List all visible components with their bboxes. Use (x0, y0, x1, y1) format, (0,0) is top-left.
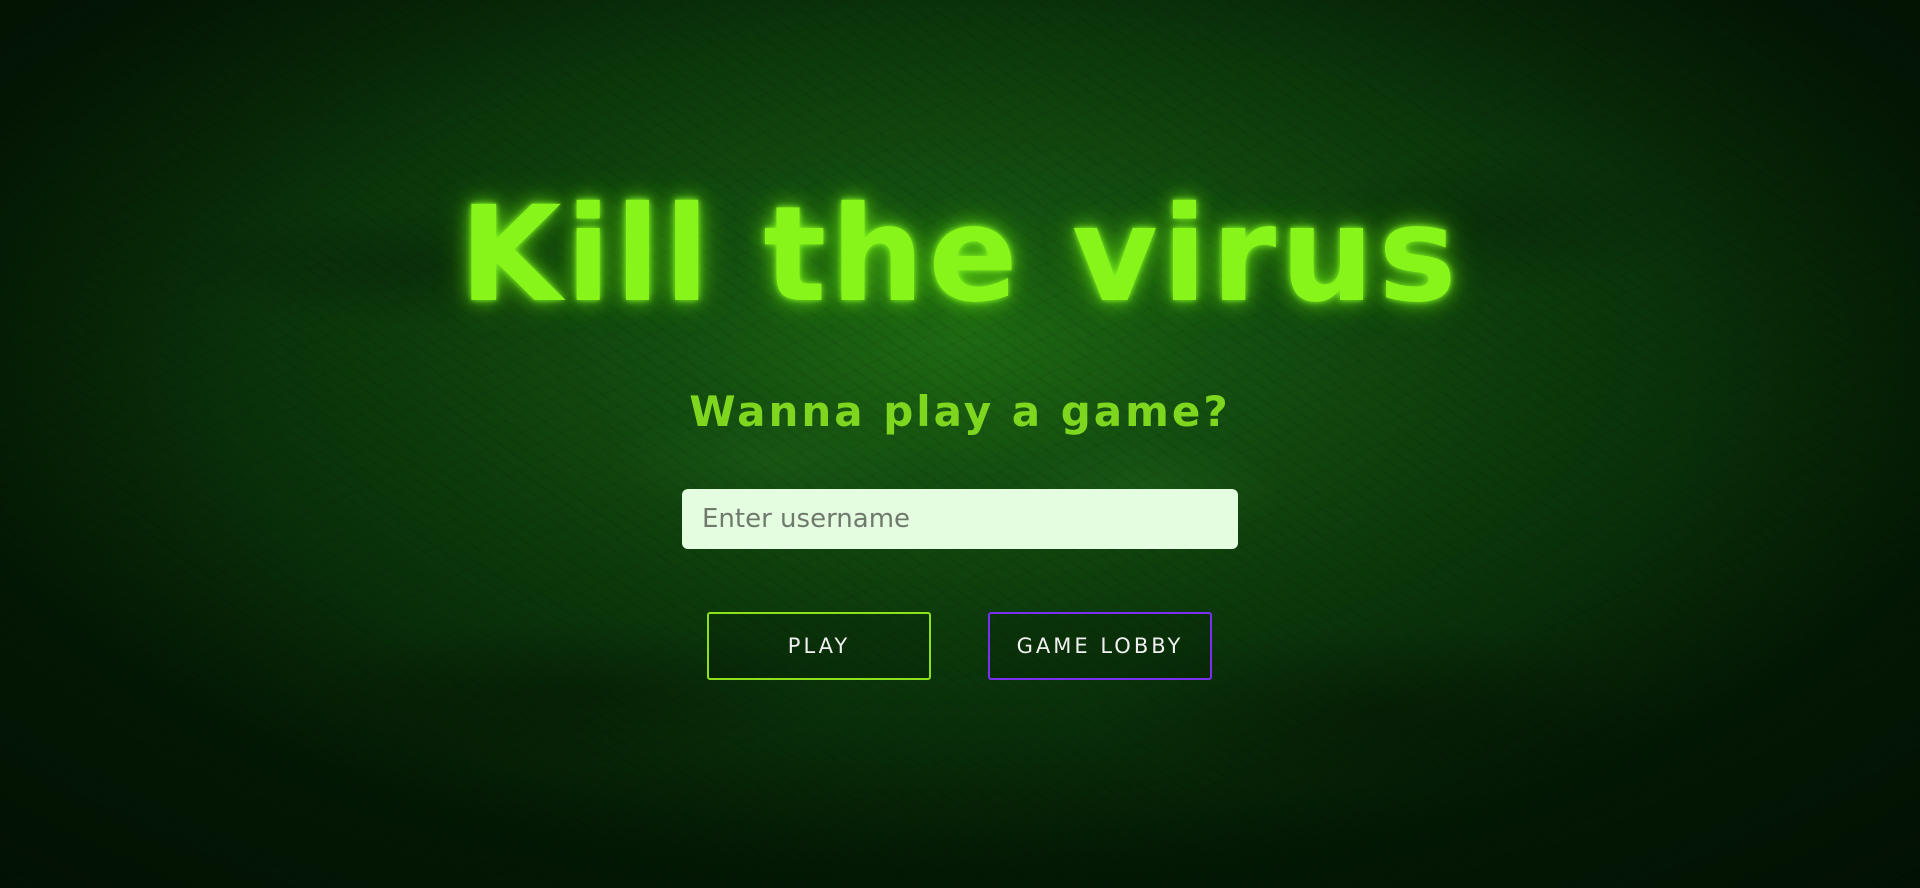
game-subtitle: Wanna play a game? (689, 387, 1231, 436)
game-title: Kill the virus (459, 178, 1461, 332)
username-input[interactable] (682, 489, 1238, 549)
landing-screen: Kill the virus Wanna play a game? PLAY G… (0, 0, 1920, 888)
play-button[interactable]: PLAY (707, 612, 931, 680)
game-lobby-button[interactable]: GAME LOBBY (988, 612, 1212, 680)
